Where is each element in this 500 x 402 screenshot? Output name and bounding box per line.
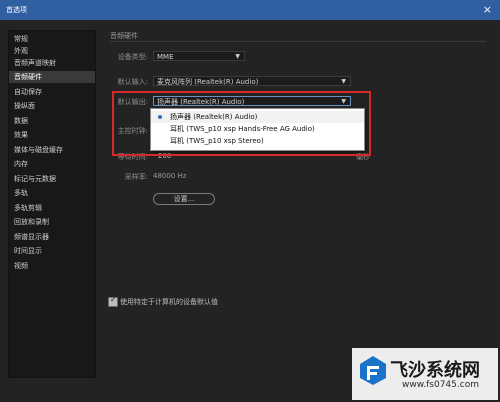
- default-output-value: 扬声器 (Realtek(R) Audio): [157, 98, 245, 106]
- device-class-value: MME: [157, 53, 174, 61]
- sidebar-item-audio-channel-mapping[interactable]: 音频声道映射: [9, 57, 95, 69]
- latency-value[interactable]: 200: [158, 152, 171, 160]
- default-input-label: 默认输入:: [117, 78, 148, 86]
- output-option-label: 扬声器 (Realtek(R) Audio): [170, 113, 258, 121]
- sidebar-item-time-display[interactable]: 时间显示: [9, 245, 95, 257]
- watermark-text: 飞沙系统网: [390, 360, 480, 381]
- sidebar-item-video[interactable]: 视频: [9, 260, 95, 272]
- latency-unit: 毫秒: [356, 153, 370, 161]
- watermark-url: www.fs0745.com: [402, 380, 479, 390]
- sidebar-item-multitrack[interactable]: 多轨: [9, 187, 95, 199]
- output-option[interactable]: 耳机 (TWS_p10 xsp Stereo): [151, 135, 364, 147]
- default-output-dropdown[interactable]: 扬声器 (Realtek(R) Audio) ▼: [153, 96, 351, 106]
- output-option-label: 耳机 (TWS_p10 xsp Stereo): [170, 137, 264, 145]
- device-defaults-label: 使用特定于计算机的设备默认值: [120, 298, 218, 306]
- sidebar-item-data[interactable]: 数据: [9, 115, 95, 127]
- check-icon: ✓: [110, 295, 117, 304]
- device-defaults-checkbox[interactable]: ✓: [108, 295, 118, 307]
- default-input-dropdown[interactable]: 麦克风阵列 (Realtek(R) Audio) ▼: [153, 76, 351, 86]
- window-title: 首选项: [6, 6, 27, 14]
- sample-rate-value: 48000 Hz: [153, 172, 187, 180]
- default-output-options-popup: 扬声器 (Realtek(R) Audio) 耳机 (TWS_p10 xsp H…: [150, 108, 365, 151]
- output-option-label: 耳机 (TWS_p10 xsp Hands-Free AG Audio): [170, 125, 315, 133]
- close-icon[interactable]: ×: [483, 3, 492, 16]
- preferences-sidebar: 常规 外观 音频声道映射 音频硬件 自动保存 操纵面 数据 效果 媒体与磁盘缓存…: [8, 30, 96, 378]
- latency-label: 等待时间:: [117, 153, 148, 161]
- sidebar-item-media-disk-cache[interactable]: 媒体与磁盘缓存: [9, 144, 95, 156]
- sample-rate-label: 采样率:: [124, 173, 148, 181]
- default-output-label: 默认输出:: [117, 98, 148, 106]
- site-watermark: 飞沙系统网 www.fs0745.com: [352, 348, 498, 400]
- sidebar-item-playback-recording[interactable]: 回放和录制: [9, 216, 95, 228]
- sidebar-item-appearance[interactable]: 外观: [9, 45, 95, 57]
- master-clock-label: 主控时钟:: [117, 127, 148, 135]
- settings-button[interactable]: 设置...: [153, 193, 215, 205]
- section-divider: [110, 41, 486, 42]
- watermark-logo-icon: [360, 356, 386, 385]
- chevron-down-icon: ▼: [341, 78, 346, 85]
- sidebar-item-audio-hardware[interactable]: 音频硬件: [9, 71, 95, 83]
- radio-dot-icon: [158, 115, 162, 119]
- sidebar-item-multitrack-clips[interactable]: 多轨剪辑: [9, 202, 95, 214]
- window-titlebar: 首选项 ×: [0, 0, 500, 20]
- default-input-value: 麦克风阵列 (Realtek(R) Audio): [157, 78, 259, 86]
- sidebar-item-effects[interactable]: 效果: [9, 129, 95, 141]
- output-option[interactable]: 耳机 (TWS_p10 xsp Hands-Free AG Audio): [151, 123, 364, 135]
- sidebar-item-general[interactable]: 常规: [9, 33, 95, 45]
- sidebar-item-control-surface[interactable]: 操纵面: [9, 100, 95, 112]
- device-class-dropdown[interactable]: MME ▼: [153, 51, 245, 61]
- output-option[interactable]: 扬声器 (Realtek(R) Audio): [151, 111, 364, 123]
- sidebar-item-memory[interactable]: 内存: [9, 158, 95, 170]
- sidebar-item-markers-metadata[interactable]: 标记与元数据: [9, 173, 95, 185]
- chevron-down-icon: ▼: [235, 53, 240, 60]
- sidebar-item-auto-save[interactable]: 自动保存: [9, 86, 95, 98]
- sidebar-item-spectral-displays[interactable]: 频谱显示器: [9, 231, 95, 243]
- device-class-label: 设备类型:: [117, 53, 148, 61]
- chevron-down-icon: ▼: [341, 98, 346, 105]
- section-title: 音频硬件: [110, 32, 138, 40]
